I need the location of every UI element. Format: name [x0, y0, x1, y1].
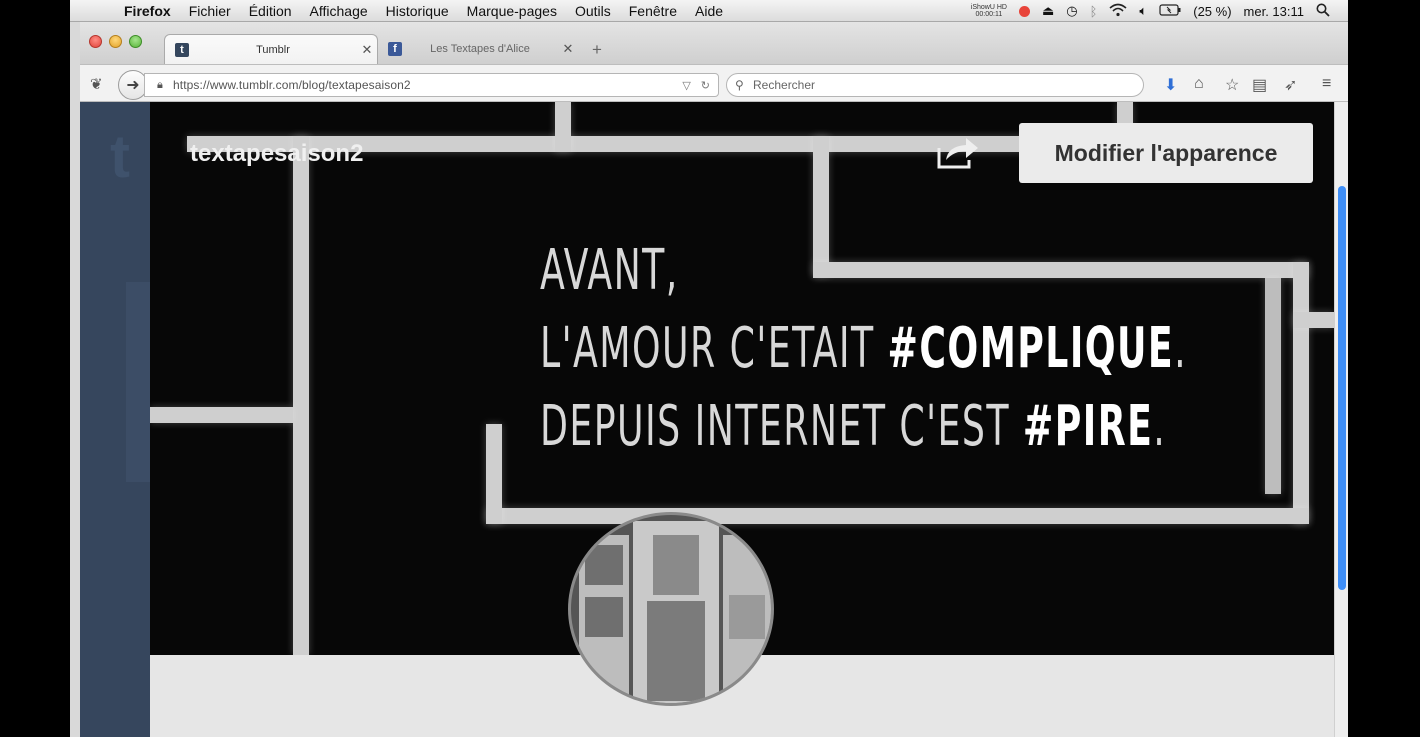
tab-textapes-alice[interactable]: f Les Textapes d'Alice ✕ — [378, 34, 578, 64]
blog-name[interactable]: textapesaison2 — [190, 140, 363, 168]
quote-text: . — [1153, 394, 1167, 459]
quote-line-3: DEPUIS INTERNET C'EST #PIRE. — [540, 388, 1187, 466]
scrollbar-thumb[interactable] — [1338, 186, 1346, 590]
maze-line — [1293, 312, 1334, 328]
menu-outils[interactable]: Outils — [575, 3, 611, 19]
new-tab-button[interactable]: + — [592, 40, 602, 60]
battery-icon[interactable] — [1159, 3, 1181, 19]
quote-text: DEPUIS INTERNET C'EST — [540, 394, 1023, 459]
url-bar[interactable]: 🔒︎ https://www.tumblr.com/blog/textapesa… — [144, 73, 719, 97]
recorder-name: iShowU HD — [970, 4, 1007, 11]
download-icon[interactable]: ⬇ — [1164, 75, 1177, 95]
maze-line — [1265, 278, 1281, 494]
customize-label: Modifier l'apparence — [1054, 139, 1278, 166]
app-menu-firefox[interactable]: Firefox — [124, 3, 171, 19]
menu-fichier[interactable]: Fichier — [189, 3, 231, 19]
firefox-window: t Tumblr ✕ f Les Textapes d'Alice ✕ + ❦ … — [80, 22, 1348, 737]
tab-bar: t Tumblr ✕ f Les Textapes d'Alice ✕ + — [80, 22, 1348, 64]
history-dropdown-icon[interactable]: ▽ — [682, 79, 690, 92]
eject-icon[interactable]: ⏏ — [1042, 3, 1054, 19]
avatar-photo-part — [729, 595, 765, 639]
menu-fenetre[interactable]: Fenêtre — [629, 3, 677, 19]
search-bar[interactable]: ⚲ Rechercher — [726, 73, 1144, 97]
header-quote: AVANT, L'AMOUR C'ETAIT #COMPLIQUE. DEPUI… — [540, 232, 1187, 466]
zoom-window-button[interactable] — [129, 35, 142, 48]
avatar-photo-part — [647, 601, 705, 701]
share-icon[interactable] — [936, 134, 980, 170]
blog-avatar[interactable] — [568, 512, 774, 706]
send-icon[interactable]: ➶ — [1284, 75, 1297, 95]
tumblr-sidebar: t — [80, 102, 150, 737]
avatar-photo-part — [653, 535, 699, 595]
reload-icon[interactable]: ↻ — [701, 79, 710, 92]
menu-edition[interactable]: Édition — [249, 3, 292, 19]
time-machine-icon[interactable]: ◷ — [1066, 3, 1077, 19]
maze-line — [150, 407, 293, 423]
menu-hamburger-icon[interactable]: ≡ — [1322, 75, 1331, 93]
menu-marque-pages[interactable]: Marque-pages — [467, 3, 557, 19]
sidebar-panel — [126, 282, 150, 482]
battery-percent: (25 %) — [1193, 3, 1232, 19]
avatar-photo-part — [585, 545, 623, 585]
quote-line-2: L'AMOUR C'ETAIT #COMPLIQUE. — [540, 310, 1187, 388]
quote-text: L'AMOUR C'ETAIT — [540, 316, 888, 381]
maze-line — [555, 102, 571, 152]
search-placeholder: Rechercher — [753, 78, 816, 92]
close-tab-icon[interactable]: ✕ — [357, 42, 377, 58]
menu-bar-status: iShowU HD 00:00:11 ⏏ ◷ ᛒ 🔈︎ (25 %) mer. … — [971, 0, 1348, 22]
spotlight-icon[interactable] — [1316, 3, 1330, 20]
arrow-left-icon: ➜ — [126, 77, 140, 94]
search-icon: ⚲ — [735, 78, 744, 92]
volume-icon[interactable]: 🔈︎ — [1139, 3, 1147, 19]
quote-text: . — [1174, 316, 1188, 381]
bookmark-star-icon[interactable]: ☆ — [1225, 75, 1239, 95]
menu-affichage[interactable]: Affichage — [310, 3, 368, 19]
close-tab-icon[interactable]: ✕ — [558, 41, 578, 57]
wifi-icon[interactable] — [1109, 3, 1127, 20]
bluetooth-icon[interactable]: ᛒ — [1090, 4, 1098, 19]
tab-tumblr[interactable]: t Tumblr ✕ — [164, 34, 378, 64]
menu-aide[interactable]: Aide — [695, 3, 723, 19]
tab-title: Les Textapes d'Alice — [430, 43, 530, 55]
quote-hashtag: #PIRE — [1022, 394, 1154, 459]
avatar-photo-part — [585, 597, 623, 637]
facebook-favicon-icon: f — [388, 42, 402, 56]
maze-line — [293, 136, 309, 655]
screen: Firefox Fichier Édition Affichage Histor… — [70, 0, 1348, 737]
close-window-button[interactable] — [89, 35, 102, 48]
maze-line — [486, 424, 502, 524]
menu-historique[interactable]: Historique — [386, 3, 449, 19]
maze-line — [486, 508, 1309, 524]
menu-bar: Firefox Fichier Édition Affichage Histor… — [70, 0, 1348, 22]
record-icon[interactable] — [1018, 5, 1030, 17]
minimize-window-button[interactable] — [109, 35, 122, 48]
quote-line-1: AVANT, — [540, 238, 679, 303]
quote-hashtag: #COMPLIQUE — [887, 316, 1175, 381]
page-content: t AVANT, L'AMOUR C'ETAIT #COMPLIQUE. DEP… — [80, 102, 1348, 737]
lock-icon[interactable]: 🔒︎ — [157, 79, 173, 92]
tumblr-favicon-icon: t — [175, 42, 189, 57]
tab-title: Tumblr — [256, 43, 290, 56]
url-text: https://www.tumblr.com/blog/textapesaiso… — [173, 78, 411, 92]
pocket-icon[interactable]: ❦ — [90, 75, 103, 93]
home-icon[interactable]: ⌂ — [1194, 75, 1204, 93]
clock[interactable]: mer. 13:11 — [1244, 4, 1304, 19]
recorder-time: 00:00:11 — [975, 11, 1003, 18]
tumblr-logo-icon[interactable]: t — [110, 122, 130, 191]
recorder-indicator[interactable]: iShowU HD 00:00:11 — [971, 4, 1007, 18]
maze-line — [1293, 262, 1309, 524]
bookmarks-list-icon[interactable]: ▤ — [1252, 75, 1267, 95]
navigation-bar: ❦ ➜ 🔒︎ https://www.tumblr.com/blog/texta… — [80, 64, 1348, 102]
customize-appearance-button[interactable]: Modifier l'apparence — [1019, 123, 1313, 183]
